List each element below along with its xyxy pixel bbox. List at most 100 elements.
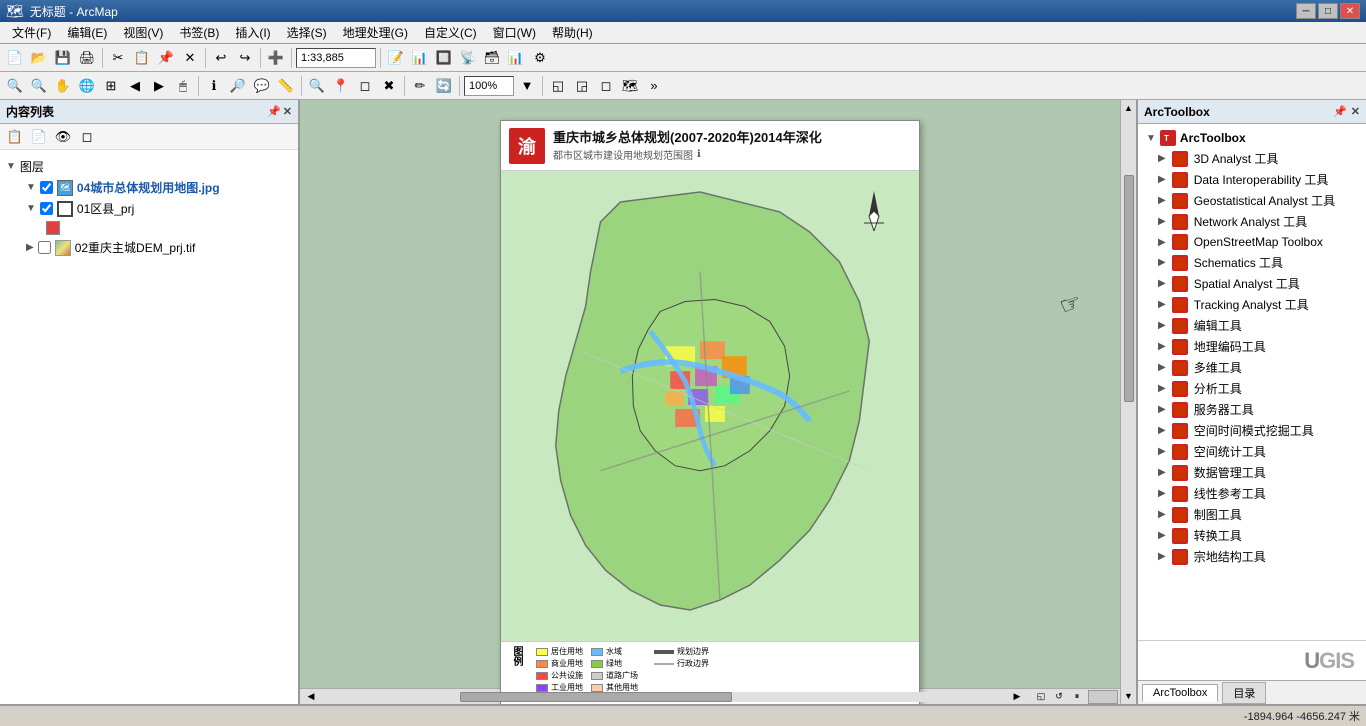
toolbox-item-19[interactable]: ▶ 宗地结构工具 [1138,546,1366,567]
toolbox-item-3[interactable]: ▶ Network Analyst 工具 [1138,211,1366,232]
select-button[interactable]: 🖱 [172,75,194,97]
minimize-button[interactable]: ─ [1296,3,1316,19]
list-by-visibility[interactable]: 👁 [52,126,74,148]
tb-btn9[interactable]: 🗃 [481,47,503,69]
page-layout-btn2[interactable]: ↺ [1050,688,1068,705]
toolbox-item-11[interactable]: ▶ 分析工具 [1138,378,1366,399]
menu-file[interactable]: 文件(F) [4,22,59,43]
close-button[interactable]: ✕ [1340,3,1360,19]
tb-btn8[interactable]: 📡 [457,47,479,69]
zoom-input[interactable] [464,76,514,96]
zoom-dropdown-button[interactable]: ▼ [516,75,538,97]
clear-selection-button[interactable]: ✖ [378,75,400,97]
page-layout-btn1[interactable]: ◱ [1032,688,1050,705]
adddata-button[interactable]: ➕ [265,47,287,69]
menu-select[interactable]: 选择(S) [279,22,335,43]
scroll-track-v[interactable] [1124,118,1134,686]
toolbox-item-8[interactable]: ▶ 编辑工具 [1138,315,1366,336]
undo-button[interactable]: ↩ [210,47,232,69]
toolbox-tab-catalog[interactable]: 目录 [1222,682,1266,704]
menu-view[interactable]: 视图(V) [115,22,171,43]
tb-btn10[interactable]: 📊 [505,47,527,69]
list-by-drawing-order[interactable]: 📋 [4,126,26,148]
toolbox-item-7[interactable]: ▶ Tracking Analyst 工具 [1138,294,1366,315]
menu-window[interactable]: 窗口(W) [485,22,544,43]
tb-btn6[interactable]: 📊 [409,47,431,69]
goto-xy-button[interactable]: 📍 [330,75,352,97]
menu-customize[interactable]: 自定义(C) [416,22,485,43]
scroll-track-h[interactable] [324,692,1004,702]
toolbox-item-16[interactable]: ▶ 线性参考工具 [1138,483,1366,504]
map-scroll-vertical[interactable]: ▲ ▼ [1120,100,1136,704]
layout-btn2[interactable]: ◲ [571,75,593,97]
menu-geoprocessing[interactable]: 地理处理(G) [335,22,416,43]
scroll-thumb-h[interactable] [460,692,732,702]
layer3-checkbox[interactable] [38,241,51,254]
globe-button[interactable]: 🌐 [76,75,98,97]
copy-button[interactable]: 📋 [131,47,153,69]
toolbox-item-4[interactable]: ▶ OpenStreetMap Toolbox [1138,232,1366,252]
toolbox-close-button[interactable]: ✕ [1351,105,1360,118]
toolbox-item-2[interactable]: ▶ Geostatistical Analyst 工具 [1138,190,1366,211]
toolbox-tab-arctoolbox[interactable]: ArcToolbox [1142,684,1218,702]
layer2-checkbox[interactable] [40,202,53,215]
menu-help[interactable]: 帮助(H) [544,22,601,43]
layer-item-1[interactable]: ▼ 🗺 04城市总体规划用地图.jpg [6,177,292,198]
toolbox-item-17[interactable]: ▶ 制图工具 [1138,504,1366,525]
layout-btn3[interactable]: ◻ [595,75,617,97]
pin-button[interactable]: 📌 [267,105,281,118]
toolbox-item-12[interactable]: ▶ 服务器工具 [1138,399,1366,420]
identify-button[interactable]: 🔎 [227,75,249,97]
measure-button[interactable]: 📏 [275,75,297,97]
cut-button[interactable]: ✂ [107,47,129,69]
layout-btn1[interactable]: ◱ [547,75,569,97]
info-button[interactable]: ℹ [203,75,225,97]
save-button[interactable]: 💾 [52,47,74,69]
rotate-button[interactable]: 🔄 [433,75,455,97]
select-features-button[interactable]: ◻ [354,75,376,97]
map-canvas[interactable]: ☞ 渝 重庆市城乡总体规划(2007-2020年)2014年深化 都市区城市建设… [300,100,1120,688]
tb-btn7[interactable]: 🔲 [433,47,455,69]
panel-close-button[interactable]: ✕ [283,105,292,118]
page-layout-btn3[interactable]: ⏸ [1068,688,1086,705]
redo-button[interactable]: ↪ [234,47,256,69]
new-button[interactable]: 📄 [4,47,26,69]
maximize-button[interactable]: □ [1318,3,1338,19]
scroll-thumb-v[interactable] [1124,175,1134,402]
toolbox-item-18[interactable]: ▶ 转换工具 [1138,525,1366,546]
toolbox-pin-button[interactable]: 📌 [1333,105,1347,118]
layer-item-2[interactable]: ▼ 01区县_prj [6,198,292,219]
open-button[interactable]: 📂 [28,47,50,69]
menu-edit[interactable]: 编辑(E) [59,22,115,43]
scale-input[interactable] [296,48,376,68]
scroll-down-button[interactable]: ▼ [1121,688,1137,704]
scroll-left-button[interactable]: ◀ [300,686,322,705]
paste-button[interactable]: 📌 [155,47,177,69]
tb-btn11[interactable]: ⚙ [529,47,551,69]
layer-item-3[interactable]: ▶ 02重庆主城DEM_prj.tif [6,237,292,258]
print-button[interactable]: 🖨 [76,47,98,69]
list-by-selection[interactable]: ◻ [76,126,98,148]
toolbox-item-13[interactable]: ▶ 空间时间模式挖掘工具 [1138,420,1366,441]
layout-btn4[interactable]: 🗺 [619,75,641,97]
find-button[interactable]: 🔍 [306,75,328,97]
toolbox-item-15[interactable]: ▶ 数据管理工具 [1138,462,1366,483]
toolbox-root[interactable]: ▼ T ArcToolbox [1138,128,1366,148]
menu-bookmarks[interactable]: 书签(B) [171,22,227,43]
toolbox-item-10[interactable]: ▶ 多维工具 [1138,357,1366,378]
prev-extent-button[interactable]: ◀ [124,75,146,97]
toolbox-item-6[interactable]: ▶ Spatial Analyst 工具 [1138,273,1366,294]
scroll-up-button[interactable]: ▲ [1121,100,1137,116]
zoom-out-button[interactable]: 🔍 [28,75,50,97]
toolbox-item-9[interactable]: ▶ 地理编码工具 [1138,336,1366,357]
layer1-checkbox[interactable] [40,181,53,194]
map-body[interactable] [501,171,919,641]
edit-vertices-button[interactable]: ✏ [409,75,431,97]
toolbox-item-14[interactable]: ▶ 空间统计工具 [1138,441,1366,462]
scroll-right-button[interactable]: ▶ [1006,686,1028,705]
full-extent-button[interactable]: ⊞ [100,75,122,97]
menu-insert[interactable]: 插入(I) [227,22,278,43]
more-tools-button[interactable]: » [643,75,665,97]
layers-header[interactable]: ▼ 图层 [6,156,292,177]
delete-button[interactable]: ✕ [179,47,201,69]
